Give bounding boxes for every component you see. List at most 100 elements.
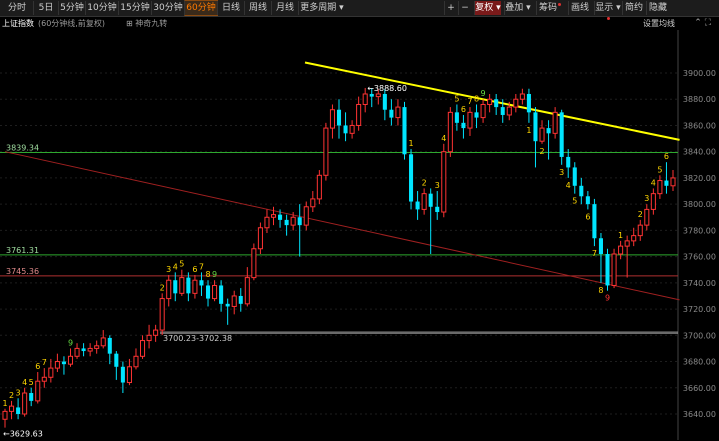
nine-count-label: 1 (408, 139, 413, 148)
y-tick-label: 3760.00 (683, 253, 716, 262)
candle-body (146, 334, 152, 342)
y-tick-label: 3900.00 (683, 69, 716, 78)
nine-count-label: 3 (559, 168, 564, 177)
nine-count-label: 1 (2, 399, 7, 408)
candle-body (428, 193, 433, 207)
nine-count-label: 5 (454, 94, 459, 103)
candle-body (559, 112, 564, 157)
candle-body (323, 127, 329, 176)
high-annotation: ←3888.60 (367, 84, 407, 93)
candle-body (349, 124, 355, 134)
candle-body (650, 193, 656, 210)
candle-body (409, 154, 414, 202)
candle-body (251, 248, 257, 279)
candle-body (343, 125, 348, 134)
candle-body (513, 98, 519, 108)
low-annotation: ←3629.63 (3, 430, 43, 439)
candle-body (461, 122, 466, 129)
nine-count-label: 4 (651, 178, 656, 187)
candle-body (166, 279, 172, 300)
candle-body (566, 156, 571, 168)
y-tick-label: 3860.00 (683, 121, 716, 130)
nine-count-label: 2 (422, 178, 427, 187)
nine-count-label: 7 (42, 358, 47, 367)
candlestick-chart[interactable]: 3839.343761.313745.363700.23-3702.38 12 3… (0, 0, 719, 441)
candle-body (631, 235, 637, 242)
nine-count-label: 1 (526, 126, 531, 135)
nine-count-label: 5 (29, 378, 34, 387)
nine-count-label: 3 (435, 181, 440, 190)
nine-count-label: 7 (199, 262, 204, 271)
candle-body (644, 208, 650, 226)
nine-count-label: 6 (664, 152, 669, 161)
nine-count-label: 1 (618, 231, 623, 240)
nine-count-label: 6 (35, 362, 40, 371)
candle-body (94, 345, 100, 349)
candle-body (533, 112, 538, 142)
nine-count-label: 3 (166, 265, 171, 274)
candle-body (539, 127, 545, 142)
candle-body (244, 277, 250, 305)
candle-body (284, 219, 289, 226)
candle-body (389, 109, 394, 118)
nine-count-label: 2 (160, 283, 165, 292)
nine-count-label: 6 (585, 212, 590, 221)
candle-body (257, 227, 263, 250)
candle-body (238, 295, 243, 304)
candle-body (133, 355, 139, 368)
candle-body (467, 111, 473, 129)
candle-body (212, 284, 218, 300)
candle-body (74, 347, 80, 357)
candle-body (637, 224, 643, 237)
candle-body (87, 347, 93, 352)
candle-body (494, 99, 499, 108)
candle-body (369, 93, 374, 97)
candle-body (186, 277, 191, 294)
candle-body (310, 198, 316, 208)
level-label: 3745.36 (6, 267, 39, 276)
nine-count-label: 8 (598, 286, 603, 295)
nine-count-label: 5 (572, 197, 577, 206)
nine-count-label: 8 (474, 94, 479, 103)
candle-body (585, 196, 590, 205)
level-label: 3700.23-3702.38 (163, 334, 232, 343)
candle-body (336, 109, 342, 126)
candle-body (500, 107, 505, 115)
nine-count-label: 9 (68, 338, 73, 347)
candle-body (199, 280, 204, 286)
nine-count-label: 7 (467, 97, 472, 106)
candle-body (329, 109, 335, 129)
candle-body (2, 410, 8, 420)
nine-count-label: 7 (592, 249, 597, 258)
candle-body (139, 340, 146, 357)
nine-count-label: 2 (9, 391, 14, 400)
candle-body (546, 128, 551, 134)
candle-body (402, 107, 407, 155)
candle-body (356, 103, 362, 126)
candle-body (231, 295, 237, 307)
candle-body (519, 93, 525, 100)
nine-count-label: 9 (212, 270, 217, 279)
y-tick-label: 3820.00 (683, 174, 716, 183)
candle-body (270, 214, 277, 218)
candle-body (35, 380, 41, 402)
nine-count-label: 9 (481, 89, 486, 98)
candle-body (572, 167, 577, 186)
candle-body (618, 245, 624, 255)
candle-body (624, 240, 630, 247)
candle-body (114, 353, 119, 367)
nine-count-label: 6 (461, 105, 466, 114)
candle-body (303, 206, 309, 226)
candle-body (264, 216, 270, 229)
candle-body (22, 392, 28, 415)
candle-body (81, 348, 86, 352)
candle-body (107, 337, 112, 354)
candle-body (41, 376, 47, 382)
candle-body (579, 185, 584, 197)
candle-body (382, 93, 387, 110)
candle-body (219, 285, 224, 304)
candle-body (48, 367, 54, 378)
nine-count-label: 6 (192, 265, 197, 274)
candle-body (611, 253, 617, 286)
y-tick-label: 3640.00 (683, 410, 716, 419)
